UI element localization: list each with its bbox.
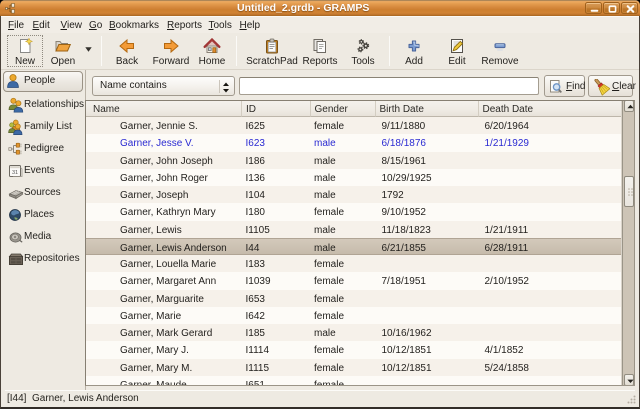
svg-text:31: 31 (12, 170, 18, 176)
